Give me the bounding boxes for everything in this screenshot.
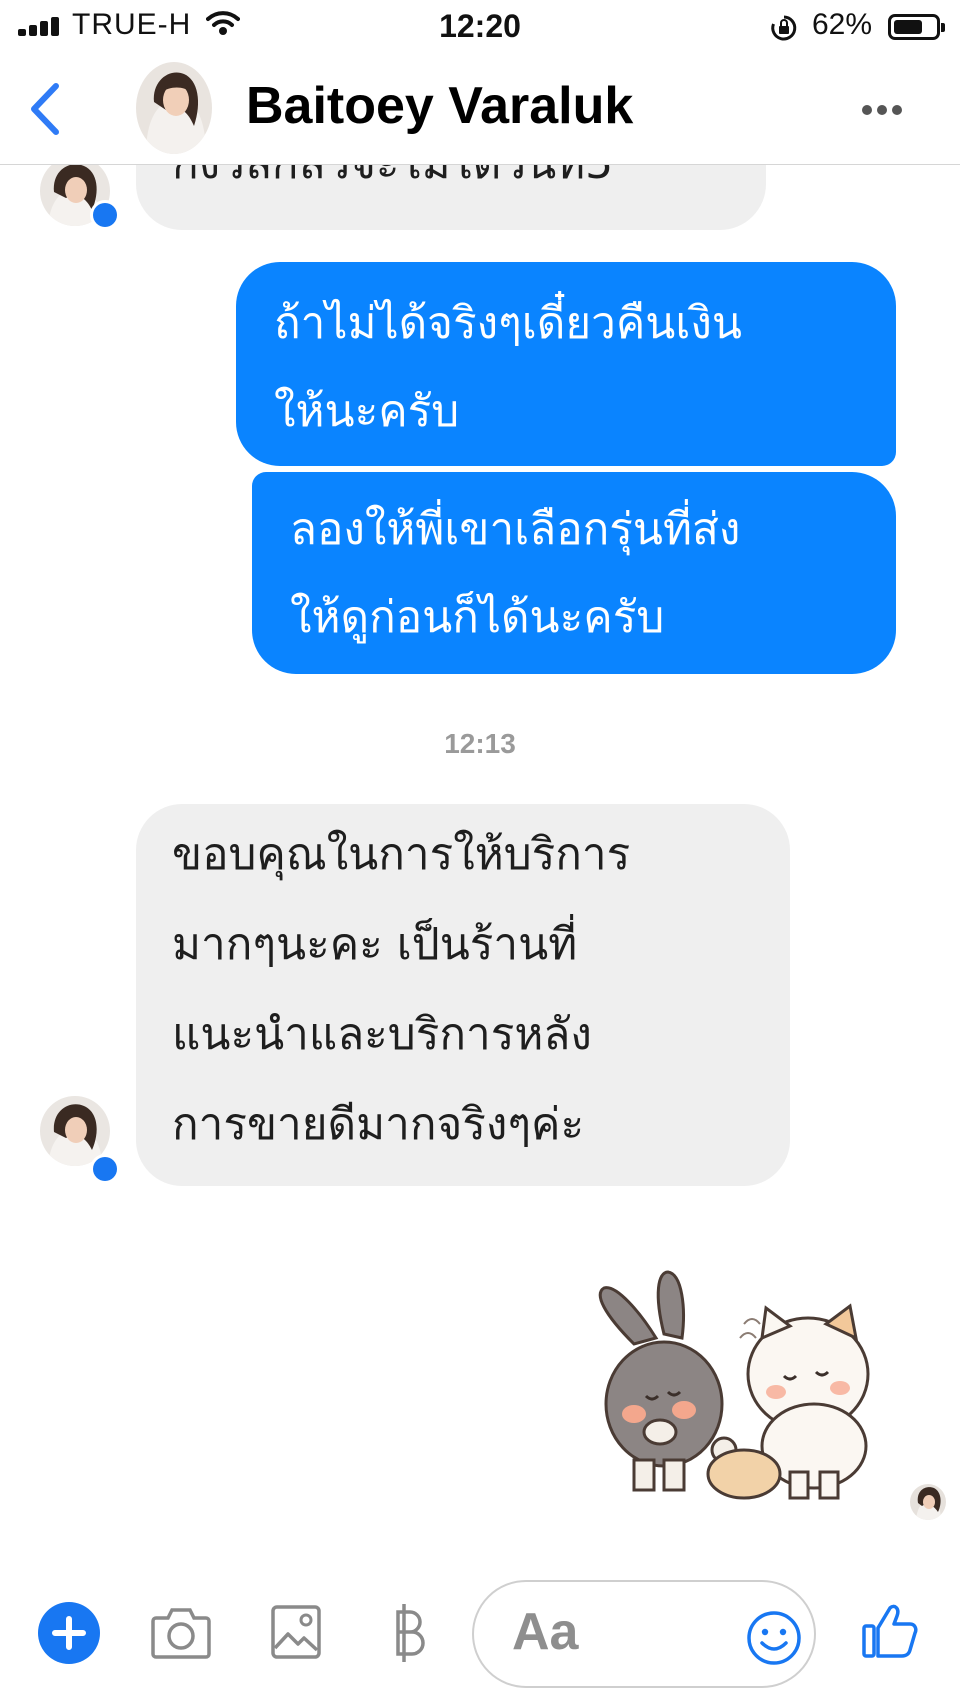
baht-icon[interactable] [390,1602,426,1668]
battery-icon [888,14,945,40]
messenger-badge-icon [90,1154,120,1184]
orientation-lock-icon [770,14,798,47]
message-line: แนะนำและบริการหลัง [172,1009,592,1060]
read-receipt-avatar [910,1484,946,1520]
emoji-icon[interactable] [746,1610,802,1670]
wifi-icon [206,10,240,41]
message-line: ลองให้พี่เขาเลือกรุ่นที่ส่ง [290,504,741,555]
message-line: ให้นะครับ [274,386,460,437]
outgoing-message[interactable]: ลองให้พี่เขาเลือกรุ่นที่ส่ง ให้ดูก่อนก็ไ… [252,472,896,674]
message-timestamp: 12:13 [444,728,516,759]
message-line: ถ้าไม่ได้จริงๆเดี๋ยวคืนเงิน [274,298,742,349]
carrier-label: TRUE-H [72,8,192,41]
add-button[interactable] [38,1602,100,1664]
plus-icon [52,1616,86,1650]
status-bar: TRUE-H 12:20 62% [0,0,960,56]
message-line: ขอบคุณในการให้บริการ [172,829,631,880]
message-line: มากๆนะคะ เป็นร้านที่ [172,919,578,970]
message-input[interactable]: Aa [472,1580,816,1688]
battery-percent: 62% [812,8,873,41]
message-line: ให้ดูก่อนก็ได้นะครับ [290,592,665,643]
gallery-icon[interactable] [270,1604,322,1664]
contact-name[interactable]: Baitoey Varaluk [246,76,633,136]
contact-avatar[interactable] [136,62,212,154]
outgoing-message[interactable]: ถ้าไม่ได้จริงๆเดี๋ยวคืนเงิน ให้นะครับ [236,262,896,466]
conversation-header: Baitoey Varaluk [0,56,960,165]
messenger-badge-icon [90,200,120,230]
camera-icon[interactable] [150,1604,212,1664]
more-icon[interactable] [862,100,907,119]
message-line: การขายดีมากจริงๆค่ะ [172,1099,585,1150]
input-placeholder: Aa [512,1603,579,1661]
status-time: 12:20 [439,8,521,44]
back-chevron-icon[interactable] [22,78,72,140]
thumbs-up-icon[interactable] [860,1600,920,1664]
signal-icon [18,17,62,36]
incoming-message[interactable]: ขอบคุณในการให้บริการ มากๆนะคะ เป็นร้านที… [136,804,790,1186]
sticker-image[interactable] [594,1264,894,1508]
